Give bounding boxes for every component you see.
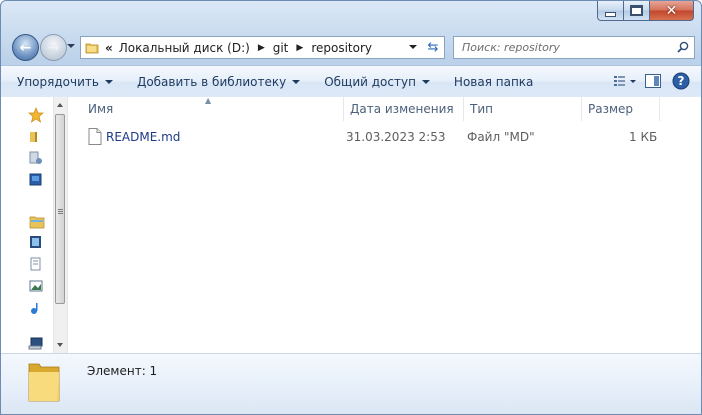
- desktop-icon[interactable]: [29, 173, 43, 187]
- organize-label: Упорядочить: [17, 74, 99, 89]
- address-history-dropdown[interactable]: [409, 45, 417, 49]
- breadcrumb-git[interactable]: git: [273, 41, 289, 55]
- breadcrumb-separator-icon[interactable]: ▶: [258, 43, 265, 53]
- details-pane: Элемент: 1: [1, 353, 701, 414]
- maximize-button[interactable]: [623, 1, 649, 21]
- refresh-button[interactable]: ⇆: [422, 36, 445, 59]
- item-count-label: Элемент: 1: [87, 364, 158, 378]
- svg-text:?: ?: [678, 74, 685, 88]
- help-button[interactable]: ?: [669, 70, 693, 92]
- computer-icon[interactable]: [28, 337, 44, 351]
- chevron-down-icon: [104, 79, 113, 84]
- file-date: 31.03.2023 2:53: [346, 130, 446, 144]
- column-header-size[interactable]: Размер: [582, 97, 660, 121]
- toolbar-right: ?: [609, 70, 693, 92]
- navigation-pane-scrollbar[interactable]: [53, 97, 67, 353]
- caption-buttons: ✕: [597, 1, 694, 21]
- share-button[interactable]: Общий доступ: [316, 70, 438, 94]
- search-input[interactable]: [460, 40, 664, 55]
- favorites-star-icon[interactable]: [28, 107, 44, 123]
- explorer-window: ✕ ← → « Локальный диск (D:) ▶ git ▶ repo…: [0, 0, 702, 415]
- file-row[interactable]: README.md 31.03.2023 2:53 Файл "MD" 1 КБ: [84, 127, 684, 147]
- close-icon: ✕: [665, 2, 678, 19]
- preview-pane-icon: [645, 74, 661, 88]
- column-header-label: Размер: [588, 102, 634, 116]
- column-header-name[interactable]: Имя: [82, 97, 344, 121]
- chevron-down-icon: [292, 79, 301, 84]
- minimize-icon: [605, 11, 616, 17]
- share-label: Общий доступ: [324, 74, 416, 89]
- navigation-pane: [1, 97, 53, 353]
- help-icon: ?: [672, 72, 690, 90]
- maximize-icon: [630, 5, 643, 16]
- organize-button[interactable]: Упорядочить: [9, 70, 121, 94]
- folder-large-icon: [28, 363, 60, 402]
- column-header-label: Имя: [88, 102, 114, 116]
- downloads-folder-icon[interactable]: [29, 129, 43, 143]
- address-bar[interactable]: « Локальный диск (D:) ▶ git ▶ repository: [80, 36, 424, 59]
- scrollbar-thumb[interactable]: [55, 114, 65, 304]
- preview-pane-button[interactable]: [641, 70, 665, 92]
- recent-places-icon[interactable]: [29, 151, 43, 165]
- chevron-down-icon: [421, 79, 430, 84]
- back-button[interactable]: ←: [12, 34, 39, 61]
- column-header-type[interactable]: Тип: [464, 97, 582, 121]
- file-list: ▲ Имя Дата изменения Тип Размер README.m…: [68, 96, 695, 353]
- view-list-icon: [614, 76, 636, 86]
- add-to-library-button[interactable]: Добавить в библиотеку: [129, 70, 308, 94]
- breadcrumb: « Локальный диск (D:) ▶ git ▶ repository: [105, 41, 372, 55]
- refresh-icon: ⇆: [427, 40, 439, 55]
- arrow-right-icon: →: [47, 39, 60, 56]
- folder-icon: [85, 43, 99, 53]
- scroll-up-icon[interactable]: [57, 103, 63, 107]
- column-header-label: Тип: [470, 102, 493, 116]
- music-library-icon[interactable]: [29, 301, 43, 315]
- videos-library-icon[interactable]: [29, 235, 43, 249]
- arrow-left-icon: ←: [19, 39, 32, 56]
- minimize-button[interactable]: [597, 1, 623, 21]
- file-icon: [88, 128, 102, 145]
- view-options-button[interactable]: [613, 70, 637, 92]
- recent-pages-dropdown[interactable]: [67, 44, 75, 48]
- pictures-library-icon[interactable]: [29, 279, 43, 293]
- breadcrumb-overflow[interactable]: «: [105, 41, 113, 55]
- forward-button[interactable]: →: [40, 34, 67, 61]
- close-button[interactable]: ✕: [649, 1, 694, 21]
- content-area: ▲ Имя Дата изменения Тип Размер README.m…: [1, 96, 701, 353]
- column-header-label: Дата изменения: [350, 102, 454, 116]
- new-folder-button[interactable]: Новая папка: [446, 70, 541, 94]
- add-to-library-label: Добавить в библиотеку: [136, 74, 287, 89]
- grip-icon: [58, 209, 63, 210]
- navigation-bar: ← → « Локальный диск (D:) ▶ git ▶ reposi…: [1, 31, 701, 65]
- file-size: 1 КБ: [629, 130, 658, 144]
- breadcrumb-drive[interactable]: Локальный диск (D:): [119, 41, 250, 55]
- breadcrumb-separator-icon[interactable]: ▶: [296, 43, 303, 53]
- search-icon[interactable]: [676, 40, 690, 54]
- libraries-icon[interactable]: [29, 215, 45, 229]
- file-type: Файл "MD": [467, 130, 535, 144]
- file-list-edge: [695, 97, 701, 353]
- breadcrumb-repository[interactable]: repository: [311, 41, 372, 55]
- file-name[interactable]: README.md: [106, 130, 180, 144]
- scroll-down-icon[interactable]: [57, 343, 63, 347]
- search-box[interactable]: [453, 36, 695, 59]
- column-header-date[interactable]: Дата изменения: [344, 97, 464, 121]
- documents-library-icon[interactable]: [29, 257, 43, 271]
- new-folder-label: Новая папка: [453, 74, 534, 89]
- command-bar: Упорядочить Добавить в библиотеку Общий …: [1, 65, 701, 98]
